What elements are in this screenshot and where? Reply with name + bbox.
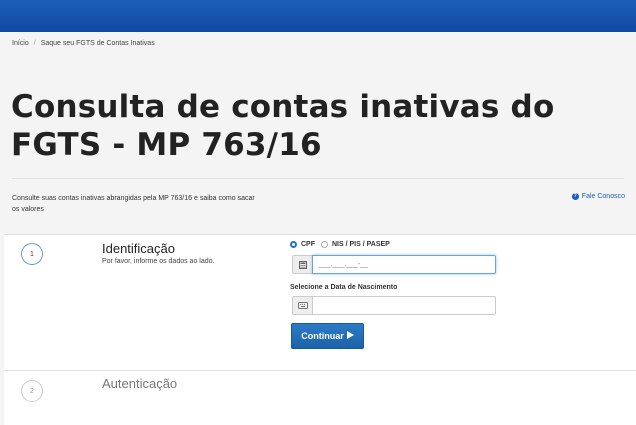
document-number-input[interactable] [312,255,496,274]
document-input-group [292,255,496,274]
radio-cpf-label: CPF [301,241,315,248]
breadcrumb-current: Saque seu FGTS de Contas Inativas [40,40,155,47]
step-2-circle: 2 [21,380,43,402]
step-1-title: Identificação [102,241,175,256]
step-2-title: Autenticação [102,376,178,391]
contact-link[interactable]: ? Fale Conosco [571,193,625,200]
document-type-radio-group: CPF NIS / PIS / PASEP [290,241,396,248]
birthdate-label: Selecione a Data de Nascimento [290,284,398,291]
birthdate-input[interactable] [312,296,496,315]
keyboard-icon [292,296,312,315]
divider [12,178,624,179]
step-1-description: Por favor, informe os dados ao lado. [102,258,215,265]
breadcrumb-separator: / [33,40,36,47]
radio-nis-label: NIS / PIS / PASEP [332,241,390,248]
radio-nis[interactable]: NIS / PIS / PASEP [321,241,390,248]
continue-button-label: Continuar [301,331,344,341]
page-title: Consulta de contas inativas do FGTS - MP… [11,89,555,163]
radio-nis-indicator[interactable] [321,241,328,248]
intro-text: Consulte suas contas inativas abrangidas… [12,195,255,213]
play-arrow-icon [346,331,354,341]
calculator-icon [292,255,312,274]
continue-button[interactable]: Continuar [291,323,364,349]
step-divider [4,370,636,371]
breadcrumb-home-link[interactable]: Início [12,40,29,47]
radio-cpf[interactable]: CPF [290,241,315,248]
birthdate-input-group [292,296,496,315]
breadcrumb: Início / Saque seu FGTS de Contas Inativas [12,40,155,47]
question-circle-icon: ? [571,193,579,200]
steps-panel: 1 Identificação Por favor, informe os da… [4,234,636,425]
radio-cpf-indicator[interactable] [290,241,297,248]
step-1-circle: 1 [21,243,43,265]
contact-label: Fale Conosco [581,193,625,200]
top-header-bar [0,0,636,32]
